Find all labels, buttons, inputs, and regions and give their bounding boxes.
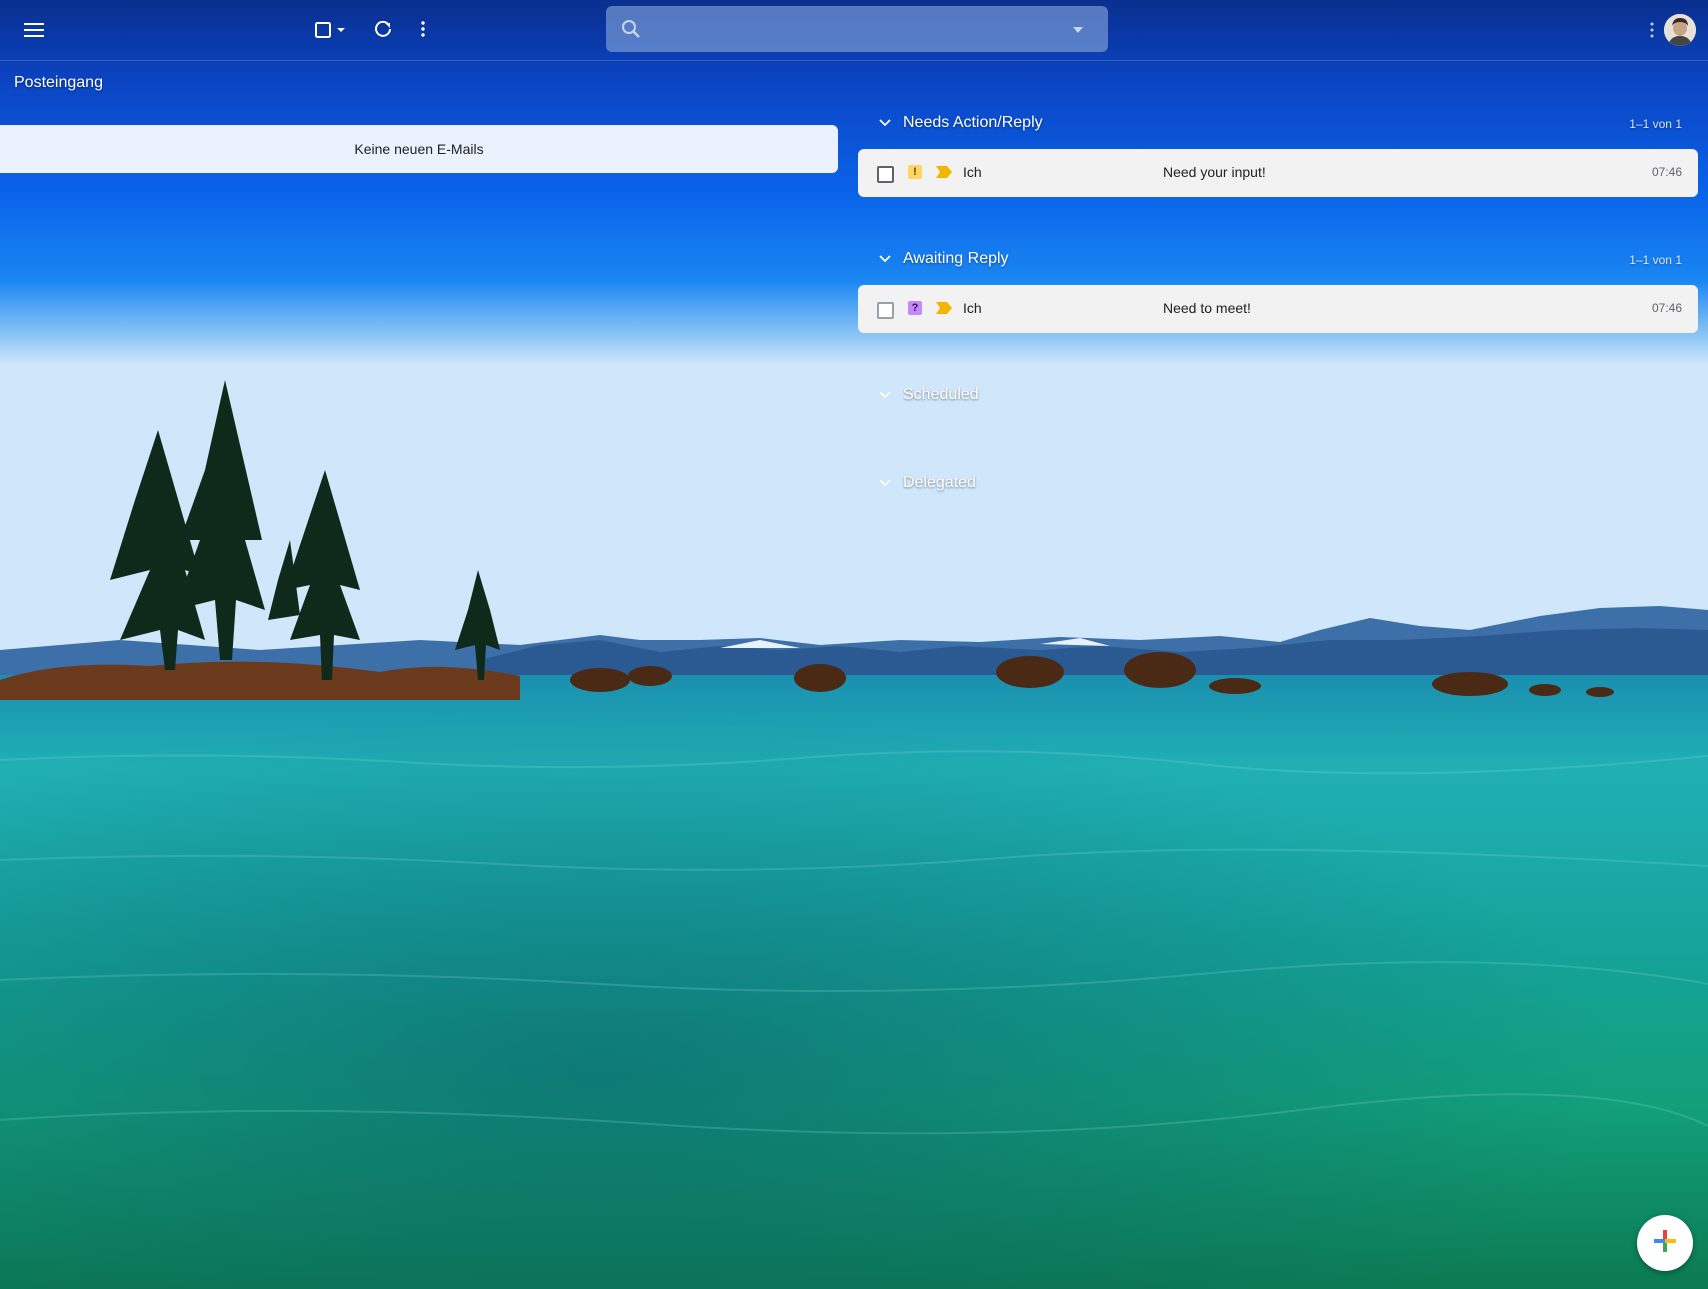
collapse-chevron-icon[interactable] [878,116,892,135]
section-label[interactable]: Scheduled [903,386,979,404]
plus-icon [1652,1228,1678,1259]
section-delegated: Delegated [870,470,1688,498]
top-bar [0,0,1708,61]
section-label[interactable]: Delegated [903,474,976,492]
section-count: 1–1 von 1 [1629,253,1682,267]
email-sender: Ich [963,164,982,180]
hamburger-menu-icon[interactable] [20,16,48,44]
page-title: Posteingang [14,74,103,91]
compose-button[interactable] [1637,1215,1693,1271]
row-checkbox[interactable] [877,302,894,319]
section-awaiting-reply: Awaiting Reply 1–1 von 1 [870,246,1688,274]
collapse-chevron-icon[interactable] [878,252,892,271]
more-vert-icon[interactable] [414,16,432,42]
email-subject: Need to meet! [1163,300,1251,316]
section-label[interactable]: Needs Action/Reply [903,114,1043,132]
select-all-checkbox-icon[interactable] [312,18,350,42]
email-sender: Ich [963,300,982,316]
refresh-icon[interactable] [372,16,394,42]
email-time: 07:46 [1651,301,1682,315]
question-badge-icon: ? [908,301,922,315]
apps-more-icon[interactable] [1648,18,1656,42]
important-marker-icon[interactable] [936,301,952,317]
section-count: 1–1 von 1 [1629,117,1682,131]
email-row[interactable]: ! Ich Need your input! 07:46 [858,149,1698,197]
search-options-caret-icon[interactable] [1070,22,1086,38]
email-time: 07:46 [1651,165,1682,179]
collapse-chevron-icon[interactable] [878,388,892,407]
account-avatar[interactable] [1664,14,1696,46]
section-needs-action: Needs Action/Reply 1–1 von 1 [870,110,1688,138]
important-marker-icon[interactable] [936,165,952,181]
row-checkbox[interactable] [877,166,894,183]
email-row[interactable]: ? Ich Need to meet! 07:46 [858,285,1698,333]
action-needed-badge-icon: ! [908,165,922,179]
inbox-empty-card: Keine neuen E-Mails [0,125,838,173]
search-bar[interactable] [606,6,1108,52]
search-icon[interactable] [620,18,642,40]
section-scheduled: Scheduled [870,382,1688,410]
section-label[interactable]: Awaiting Reply [903,250,1009,268]
email-subject: Need your input! [1163,164,1266,180]
search-input[interactable] [656,14,1040,46]
empty-inbox-message: Keine neuen E-Mails [354,141,484,157]
collapse-chevron-icon[interactable] [878,476,892,495]
